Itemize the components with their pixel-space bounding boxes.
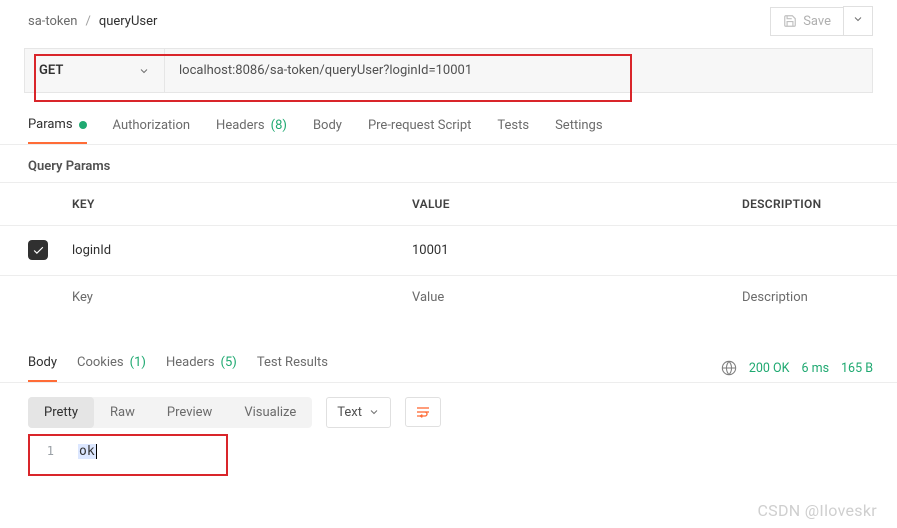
col-value: VALUE	[400, 183, 730, 226]
url-text: localhost:8086/sa-token/queryUser?loginI…	[179, 63, 472, 78]
param-checkbox[interactable]	[28, 240, 48, 260]
param-key[interactable]: loginId	[60, 226, 400, 276]
params-indicator-dot	[79, 121, 87, 129]
table-row-empty: Key Value Description	[0, 275, 897, 319]
query-params-title: Query Params	[0, 145, 897, 182]
response-tabs: Body Cookies (1) Headers (5) Test Result…	[28, 355, 328, 382]
chevron-down-icon	[138, 65, 150, 77]
response-view-row: Pretty Raw Preview Visualize Text	[0, 383, 897, 440]
param-value-placeholder[interactable]: Value	[400, 275, 730, 319]
param-key-placeholder[interactable]: Key	[60, 275, 400, 319]
format-select[interactable]: Text	[326, 397, 391, 428]
breadcrumb-parent[interactable]: sa-token	[28, 14, 77, 29]
view-tab-raw[interactable]: Raw	[94, 397, 151, 428]
status-size: 165 B	[841, 361, 873, 376]
response-tab-headers[interactable]: Headers (5)	[166, 355, 237, 382]
request-url-row: GET localhost:8086/sa-token/queryUser?lo…	[24, 48, 873, 93]
tab-params-label: Params	[28, 117, 73, 132]
format-label: Text	[337, 405, 362, 420]
table-row: loginId 10001	[0, 226, 897, 276]
tab-params[interactable]: Params	[28, 117, 87, 144]
chevron-down-icon	[852, 13, 864, 25]
query-params-table: KEY VALUE DESCRIPTION loginId 10001 Key …	[0, 182, 897, 319]
save-button-label: Save	[803, 14, 831, 29]
request-tabs: Params Authorization Headers (8) Body Pr…	[0, 93, 897, 145]
response-tab-body[interactable]: Body	[28, 355, 57, 382]
response-tab-headers-label: Headers	[166, 355, 215, 372]
response-tab-cookies-count: (1)	[130, 355, 146, 372]
method-label: GET	[39, 63, 63, 78]
tab-tests[interactable]: Tests	[497, 118, 529, 143]
save-button-group: Save	[770, 6, 873, 36]
response-tab-test-results[interactable]: Test Results	[257, 355, 328, 382]
wrap-lines-button[interactable]	[405, 397, 441, 427]
code-text: ok	[78, 444, 97, 459]
breadcrumb-separator: /	[85, 14, 90, 29]
col-key: KEY	[60, 183, 400, 226]
col-description: DESCRIPTION	[730, 183, 897, 226]
tab-prerequest[interactable]: Pre-request Script	[368, 118, 471, 143]
tab-authorization[interactable]: Authorization	[113, 118, 191, 143]
param-description[interactable]	[730, 226, 897, 276]
method-select[interactable]: GET	[25, 49, 165, 92]
tab-headers-count: (8)	[271, 118, 287, 133]
response-tab-cookies[interactable]: Cookies (1)	[77, 355, 146, 382]
status-time: 6 ms	[801, 361, 829, 376]
save-icon	[783, 14, 797, 28]
save-dropdown-button[interactable]	[843, 6, 873, 36]
url-input[interactable]: localhost:8086/sa-token/queryUser?loginI…	[165, 49, 872, 92]
tab-settings[interactable]: Settings	[555, 118, 602, 143]
check-icon	[32, 244, 45, 257]
breadcrumb-current: queryUser	[99, 14, 158, 29]
tab-headers-label: Headers	[216, 118, 265, 133]
view-tab-visualize[interactable]: Visualize	[228, 397, 312, 428]
response-status: 200 OK 6 ms 165 B	[721, 360, 873, 376]
chevron-down-icon	[368, 406, 380, 418]
response-tabs-row: Body Cookies (1) Headers (5) Test Result…	[0, 319, 897, 383]
view-tab-pretty[interactable]: Pretty	[28, 397, 94, 428]
param-description-placeholder[interactable]: Description	[730, 275, 897, 319]
breadcrumb: sa-token / queryUser	[28, 14, 157, 29]
response-body-area[interactable]: 1 ok	[28, 440, 873, 465]
line-number: 1	[36, 444, 54, 458]
view-tab-preview[interactable]: Preview	[151, 397, 228, 428]
view-tabs: Pretty Raw Preview Visualize	[28, 397, 312, 428]
wrap-icon	[415, 405, 431, 419]
response-tab-cookies-label: Cookies	[77, 355, 124, 372]
param-value[interactable]: 10001	[400, 226, 730, 276]
globe-icon[interactable]	[721, 360, 737, 376]
code-line: 1 ok	[28, 440, 873, 465]
save-button[interactable]: Save	[770, 7, 843, 36]
tab-body[interactable]: Body	[313, 118, 342, 143]
response-tab-headers-count: (5)	[221, 355, 237, 372]
watermark: CSDN @Iloveskr	[757, 501, 877, 520]
status-code: 200 OK	[749, 361, 790, 376]
query-params-header-row: KEY VALUE DESCRIPTION	[0, 183, 897, 226]
tab-headers[interactable]: Headers (8)	[216, 118, 287, 143]
